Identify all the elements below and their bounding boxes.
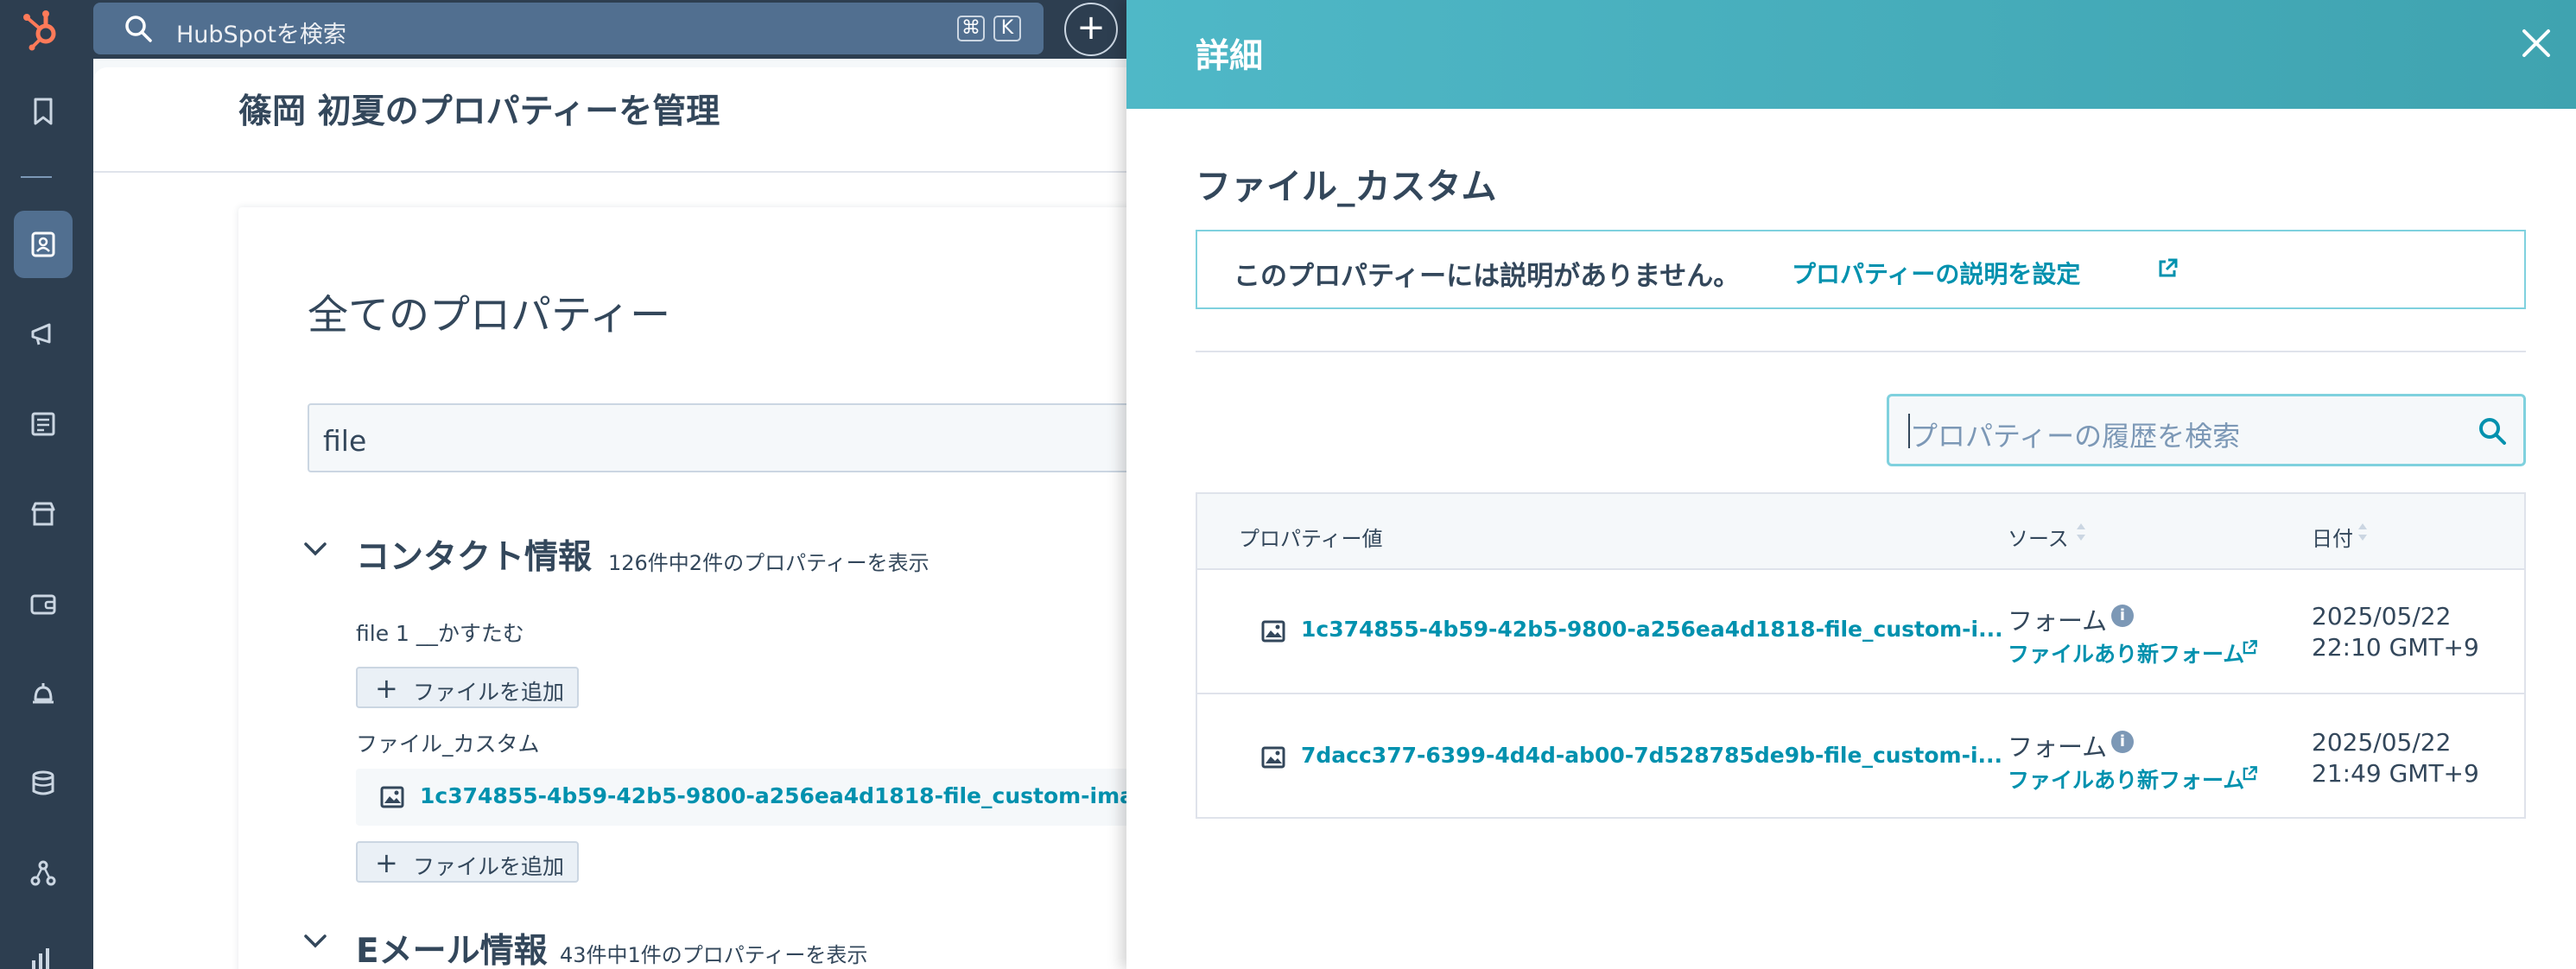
plus-icon: +: [375, 672, 398, 705]
search-icon: [125, 16, 152, 42]
all-properties-heading: 全てのプロパティー: [308, 292, 671, 339]
property-name-heading: ファイル_カスタム: [1196, 166, 1497, 207]
info-icon[interactable]: i: [2111, 605, 2134, 627]
file-attachment: 1c374855-4b59-42b5-9800-a256ea4d1818-fil…: [356, 769, 1261, 826]
service-nav-item[interactable]: [14, 660, 73, 727]
header-divider: [93, 171, 1130, 173]
sort-icon[interactable]: [2357, 520, 2369, 544]
chevron-down-icon[interactable]: [302, 539, 328, 560]
content-nav-item[interactable]: [14, 390, 73, 458]
close-icon[interactable]: [2519, 26, 2554, 60]
sort-icon[interactable]: [2075, 520, 2087, 544]
source-form-link[interactable]: ファイルあり新フォーム: [2008, 637, 2244, 668]
global-search-input[interactable]: HubSpotを検索 ⌘ K: [93, 3, 1044, 54]
add-file-button[interactable]: + ファイルを追加: [356, 667, 579, 708]
automation-nav-item[interactable]: [14, 839, 73, 907]
hubspot-logo-icon[interactable]: [19, 7, 64, 52]
details-panel: 詳細 ファイル_カスタム このプロパティーには説明がありません。 プロパティーの…: [1126, 0, 2576, 969]
table-header: プロパティー値 ソース 日付: [1197, 494, 2524, 570]
marketing-nav-item[interactable]: [14, 301, 73, 368]
image-icon: [380, 786, 404, 808]
column-header-value: プロパティー値: [1239, 527, 1383, 551]
external-link-icon: [2243, 766, 2257, 781]
panel-divider: [1196, 351, 2526, 352]
image-icon: [1261, 620, 1285, 643]
history-search-input[interactable]: プロパティーの履歴を検索: [1887, 394, 2526, 466]
data-nav-item[interactable]: [14, 750, 73, 817]
source-form-link[interactable]: ファイルあり新フォーム: [2008, 763, 2244, 795]
plus-icon: +: [375, 846, 398, 879]
history-file-link[interactable]: 7dacc377-6399-4d4d-ab00-7d528785de9b-fil…: [1301, 743, 2002, 768]
image-icon: [1261, 746, 1285, 769]
page-title: 篠岡 初夏のプロパティーを管理: [238, 92, 720, 131]
database-icon: [32, 770, 54, 795]
wallet-icon: [30, 594, 56, 615]
megaphone-icon: [31, 323, 51, 345]
payments-nav-item[interactable]: [14, 570, 73, 637]
property-filter-input[interactable]: file: [308, 403, 1137, 472]
panel-title: 詳細: [1196, 37, 1264, 76]
set-description-link[interactable]: プロパティーの説明を設定: [1792, 256, 2080, 290]
bar-chart-icon: [32, 948, 49, 969]
chevron-down-icon[interactable]: [302, 931, 328, 952]
history-search-placeholder: プロパティーの履歴を検索: [1910, 420, 2241, 453]
bookmarks-nav-item[interactable]: [14, 78, 73, 145]
shortcut-k-key: K: [993, 16, 1021, 41]
section-count-contact: 126件中2件のプロパティーを表示: [608, 551, 930, 575]
bell-icon: [33, 683, 54, 704]
section-title-contact: コンタクト情報: [356, 538, 593, 577]
date-text: 2025/05/22: [2312, 728, 2452, 757]
section-title-email: Eメール情報: [356, 932, 548, 969]
column-header-date[interactable]: 日付: [2312, 522, 2353, 552]
history-file-link[interactable]: 1c374855-4b59-42b5-9800-a256ea4d1818-fil…: [1301, 617, 2003, 642]
reporting-nav-item[interactable]: [14, 922, 73, 969]
rail-divider: [21, 176, 52, 178]
external-link-icon: [2243, 640, 2257, 655]
commerce-nav-item[interactable]: [14, 480, 73, 548]
bookmark-icon: [34, 98, 53, 125]
search-icon[interactable]: [2477, 415, 2508, 446]
source-text: フォーム: [2008, 732, 2108, 762]
time-text: 22:10 GMT+9: [2312, 633, 2479, 662]
filter-value: file: [323, 424, 367, 458]
property-label: ファイル_カスタム: [356, 732, 540, 757]
property-label: file 1 __かすたむ: [356, 621, 524, 646]
property-history-table: プロパティー値 ソース 日付 1c374855-4b59-42b5-9800-a…: [1196, 492, 2526, 819]
shortcut-cmd-key: ⌘: [957, 16, 985, 41]
date-cell: 2025/05/22 22:10 GMT+9: [2312, 601, 2479, 663]
time-text: 21:49 GMT+9: [2312, 759, 2479, 788]
top-nav-bar: HubSpotを検索 ⌘ K +: [0, 0, 1126, 59]
no-description-text: このプロパティーには説明がありません。: [1234, 261, 1741, 292]
workflow-icon: [30, 860, 56, 886]
panel-header: 詳細: [1126, 0, 2576, 109]
contacts-icon: [31, 231, 55, 257]
contacts-nav-item[interactable]: [14, 211, 73, 278]
add-file-button[interactable]: + ファイルを追加: [356, 841, 579, 883]
description-box: このプロパティーには説明がありません。 プロパティーの説明を設定: [1196, 230, 2526, 309]
section-count-email: 43件中1件のプロパティーを表示: [560, 943, 868, 967]
left-nav-rail: [0, 59, 93, 969]
date-text: 2025/05/22: [2312, 602, 2452, 630]
source-text: フォーム: [2008, 606, 2108, 636]
create-button[interactable]: +: [1064, 3, 1118, 56]
column-header-source[interactable]: ソース: [2008, 522, 2069, 552]
info-icon[interactable]: i: [2111, 731, 2134, 753]
date-cell: 2025/05/22 21:49 GMT+9: [2312, 727, 2479, 789]
search-placeholder: HubSpotを検索: [176, 22, 346, 48]
table-row: 7dacc377-6399-4d4d-ab00-7d528785de9b-fil…: [1197, 696, 2524, 820]
external-link-icon: [2159, 258, 2178, 277]
store-icon: [31, 502, 55, 526]
content-icon: [31, 412, 55, 436]
table-row: 1c374855-4b59-42b5-9800-a256ea4d1818-fil…: [1197, 570, 2524, 694]
